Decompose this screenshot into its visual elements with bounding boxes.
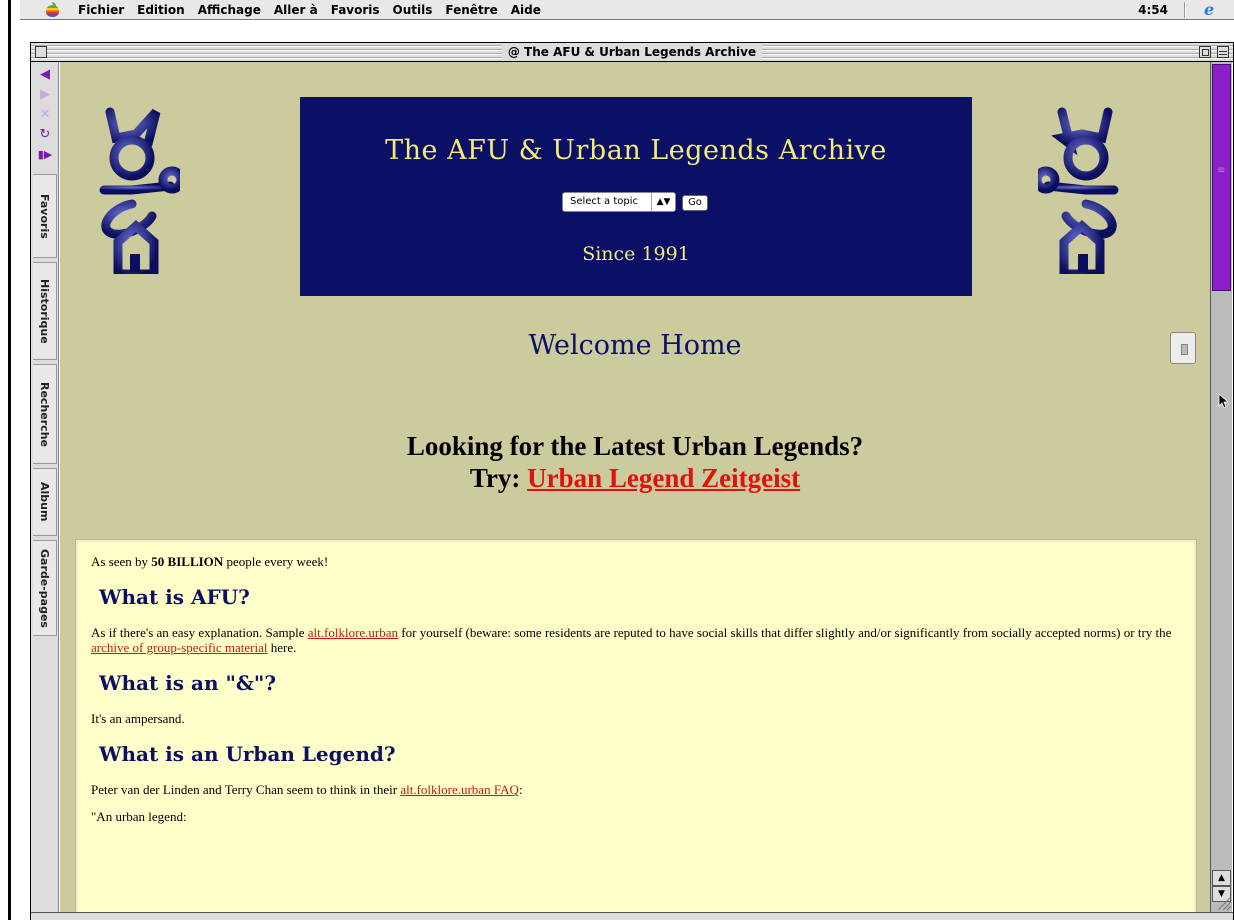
menu-clock[interactable]: 4:54 — [1138, 3, 1168, 17]
latest-legends-heading: Looking for the Latest Urban Legends? Tr… — [60, 430, 1210, 494]
heading-what-is-urban-legend: What is an Urban Legend? — [99, 742, 396, 766]
tab-garde-pages-label: Garde-pages — [38, 548, 51, 628]
banner-title: The AFU & Urban Legends Archive — [385, 135, 887, 166]
page-scroll-widget[interactable] — [1170, 332, 1196, 364]
zeitgeist-link[interactable]: Urban Legend Zeitgeist — [527, 463, 800, 493]
collapse-box-icon[interactable] — [1217, 46, 1229, 58]
heading-what-is-afu: What is AFU? — [99, 585, 250, 609]
seen-post: people every week! — [223, 554, 329, 569]
tab-garde-pages[interactable]: Garde-pages — [33, 540, 57, 636]
go-button[interactable]: Go — [682, 195, 708, 211]
afu-pre: As if there's an easy explanation. Sampl… — [91, 625, 308, 640]
site-banner: The AFU & Urban Legends Archive Select a… — [300, 97, 972, 296]
latest-line1: Looking for the Latest Urban Legends? — [406, 431, 864, 461]
apple-menu-icon[interactable] — [42, 1, 64, 18]
menu-separator — [1184, 2, 1186, 18]
menu-aide[interactable]: Aide — [511, 3, 541, 17]
menu-aller-a[interactable]: Aller à — [274, 3, 318, 17]
seen-bold: 50 BILLION — [151, 554, 224, 569]
tab-recherche[interactable]: Recherche — [33, 364, 57, 464]
stop-icon[interactable]: ✕ — [37, 108, 53, 122]
ul-pre: Peter van der Linden and Terry Chan seem… — [91, 782, 401, 797]
afu-post: here. — [267, 640, 297, 655]
seen-pre: As seen by — [91, 554, 152, 569]
web-page: The AFU & Urban Legends Archive Select a… — [60, 62, 1210, 912]
tab-album[interactable]: Album — [33, 468, 57, 536]
welcome-heading: Welcome Home — [528, 330, 742, 361]
menu-fenetre[interactable]: Fenêtre — [445, 3, 497, 17]
ul-post: : — [518, 782, 523, 797]
topic-select-value: Select a topic — [570, 196, 638, 207]
menu-favoris[interactable]: Favoris — [331, 3, 380, 17]
menu-edition[interactable]: Edition — [137, 3, 185, 17]
cat-mascot-right-icon — [1038, 107, 1119, 274]
zoom-box-icon[interactable] — [1199, 46, 1211, 58]
scroll-thumb[interactable] — [1212, 64, 1231, 291]
faq-link[interactable]: alt.folklore.urban FAQ — [400, 782, 519, 797]
heading-what-is-ampersand: What is an "&"? — [99, 671, 277, 695]
scroll-up-arrow-icon[interactable]: ▲ — [1212, 870, 1231, 886]
refresh-icon[interactable]: ↻ — [37, 128, 53, 142]
internet-explorer-icon[interactable]: e — [1204, 2, 1220, 18]
seen-by-text: As seen by 50 BILLION people every week! — [91, 554, 1181, 569]
alt-folklore-urban-link[interactable]: alt.folklore.urban — [308, 625, 398, 640]
info-box: As seen by 50 BILLION people every week!… — [75, 539, 1197, 912]
archive-link[interactable]: archive of group-specific material — [91, 640, 268, 655]
window-title: @ The AFU & Urban Legends Archive — [501, 45, 763, 59]
back-icon[interactable]: ◀ — [37, 68, 53, 82]
tab-favoris-label: Favoris — [38, 193, 51, 239]
ampersand-text: It's an ampersand. — [91, 711, 185, 726]
screen-left-edge — [0, 0, 20, 920]
window-title-bar[interactable]: @ The AFU & Urban Legends Archive — [30, 42, 1234, 62]
tab-recherche-label: Recherche — [38, 381, 51, 447]
tab-historique-label: Historique — [38, 278, 51, 344]
afu-mid: for yourself (beware: some residents are… — [398, 625, 1172, 640]
status-bar — [31, 912, 1233, 920]
urban-legend-paragraph: Peter van der Linden and Terry Chan seem… — [91, 782, 1181, 797]
afu-paragraph: As if there's an easy explanation. Sampl… — [91, 625, 1181, 655]
menu-outils[interactable]: Outils — [393, 3, 433, 17]
close-box-icon[interactable] — [35, 46, 47, 58]
menu-fichier[interactable]: Fichier — [78, 3, 124, 17]
cat-mascot-left-icon — [99, 107, 180, 274]
tab-favoris[interactable]: Favoris — [33, 174, 57, 258]
tab-historique[interactable]: Historique — [33, 262, 57, 360]
quote-text: "An urban legend: — [91, 809, 187, 824]
explorer-bar: ◀ ▶ ✕ ↻ ▮▶ Favoris Historique Recherche … — [31, 62, 59, 912]
select-arrows-icon: ▲▼ — [651, 193, 675, 211]
mouse-cursor-icon — [1218, 393, 1228, 409]
topic-select[interactable]: Select a topic ▲▼ — [562, 192, 676, 212]
banner-since: Since 1991 — [582, 243, 690, 265]
vertical-scrollbar[interactable]: ▲ ▼ — [1210, 62, 1232, 912]
menu-affichage[interactable]: Affichage — [198, 3, 261, 17]
resize-grip-icon[interactable] — [1212, 895, 1232, 911]
forward-icon[interactable]: ▶ — [37, 88, 53, 102]
menu-bar: Fichier Edition Affichage Aller à Favori… — [20, 0, 1234, 20]
tab-album-label: Album — [38, 482, 51, 522]
home-icon[interactable]: ▮▶ — [37, 148, 53, 162]
latest-try-label: Try: — [469, 463, 528, 493]
